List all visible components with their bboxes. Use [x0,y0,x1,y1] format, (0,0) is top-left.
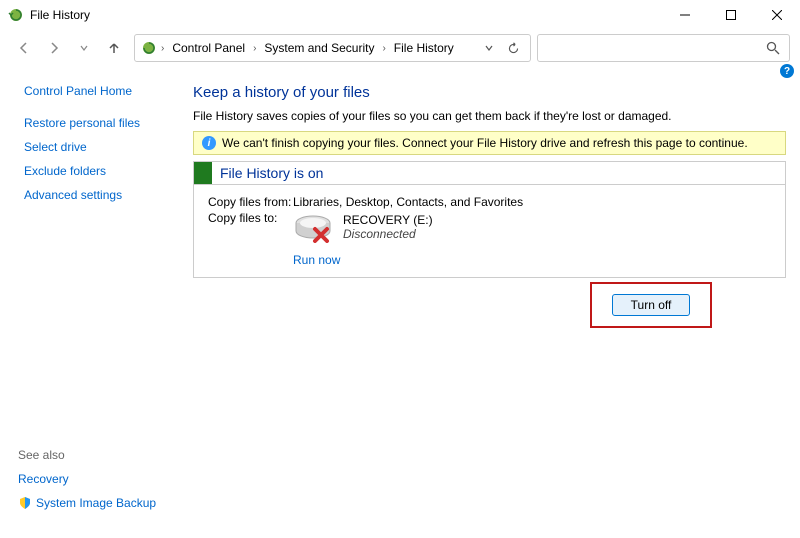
see-also-label: See also [18,448,156,462]
status-panel: File History is on [193,161,786,184]
sidebar-link-restore[interactable]: Restore personal files [24,116,175,130]
sidebar-link-system-image-backup[interactable]: System Image Backup [18,496,156,510]
main-panel: ? Keep a history of your files File Hist… [175,66,800,538]
sidebar-link-advanced[interactable]: Advanced settings [24,188,175,202]
forward-button[interactable] [40,34,68,62]
drive-status: Disconnected [343,227,433,241]
search-icon[interactable] [765,40,781,56]
address-bar[interactable]: › Control Panel › System and Security › … [134,34,531,62]
chevron-right-icon: › [380,43,387,54]
details-panel: Copy files from: Libraries, Desktop, Con… [193,184,786,278]
control-panel-icon [141,40,157,56]
shield-icon [18,496,32,510]
breadcrumb-item[interactable]: Control Panel [168,39,249,57]
sidebar: Control Panel Home Restore personal file… [0,66,175,538]
close-button[interactable] [754,0,800,30]
sidebar-link-select-drive[interactable]: Select drive [24,140,175,154]
copy-from-value: Libraries, Desktop, Contacts, and Favori… [293,195,771,209]
help-icon[interactable]: ? [780,64,794,78]
breadcrumb-item[interactable]: File History [390,39,458,57]
turn-off-button[interactable]: Turn off [612,294,691,316]
sidebar-link-recovery[interactable]: Recovery [18,472,156,486]
window-title: File History [30,8,662,22]
warning-text: We can't finish copying your files. Conn… [222,136,748,150]
back-button[interactable] [10,34,38,62]
status-title: File History is on [212,165,323,181]
title-bar: File History [0,0,800,30]
maximize-button[interactable] [708,0,754,30]
address-dropdown[interactable] [478,37,500,59]
run-now-link[interactable]: Run now [293,253,771,267]
page-description: File History saves copies of your files … [193,109,786,123]
chevron-right-icon: › [251,43,258,54]
recent-dropdown[interactable] [70,34,98,62]
drive-name: RECOVERY (E:) [343,213,433,227]
breadcrumb-item[interactable]: System and Security [260,39,378,57]
warning-bar: i We can't finish copying your files. Co… [193,131,786,155]
control-panel-home-link[interactable]: Control Panel Home [24,84,175,98]
page-title: Keep a history of your files [193,84,786,101]
refresh-button[interactable] [502,37,524,59]
minimize-button[interactable] [662,0,708,30]
copy-from-label: Copy files from: [208,195,293,209]
search-box[interactable] [537,34,790,62]
navigation-bar: › Control Panel › System and Security › … [0,30,800,66]
chevron-right-icon: › [159,43,166,54]
search-input[interactable] [546,41,765,55]
drive-icon [293,213,333,243]
status-indicator-icon [194,162,212,184]
app-icon [8,7,24,23]
sidebar-link-exclude[interactable]: Exclude folders [24,164,175,178]
up-button[interactable] [100,34,128,62]
info-icon: i [202,136,216,150]
turn-off-highlight: Turn off [590,282,712,328]
copy-to-label: Copy files to: [208,211,293,243]
